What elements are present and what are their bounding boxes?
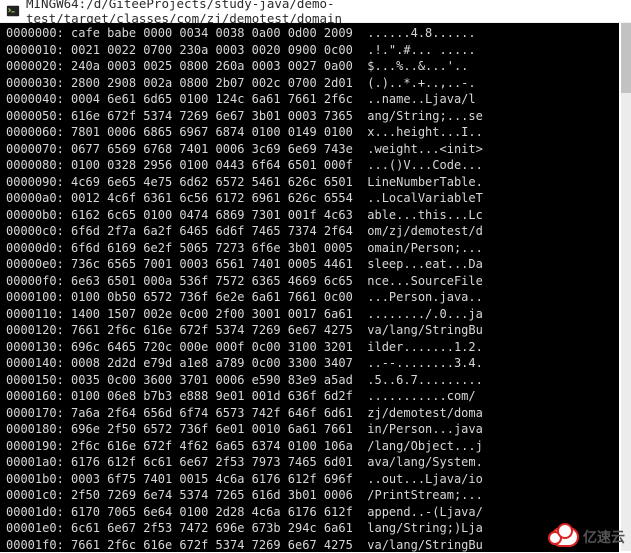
hex-row: 00000e0: 736c 6565 7001 0003 6561 7401 0… xyxy=(6,256,613,273)
hex-row: 00001c0: 2f50 7269 6e74 5374 7265 616d 3… xyxy=(6,487,613,504)
scrollbar-vertical[interactable] xyxy=(621,23,631,551)
hex-row: 0000150: 0035 0c00 3600 3701 0006 e590 8… xyxy=(6,372,613,389)
hex-row: 0000000: cafe babe 0000 0034 0038 0a00 0… xyxy=(6,25,613,42)
hex-row: 0000100: 0100 0b50 6572 736f 6e2e 6a61 7… xyxy=(6,289,613,306)
hex-row: 00000b0: 6162 6c65 0100 0474 6869 7301 0… xyxy=(6,207,613,224)
hex-row: 0000170: 7a6a 2f64 656d 6f74 6573 742f 6… xyxy=(6,405,613,422)
scrollbar-thumb[interactable] xyxy=(621,23,631,93)
hex-row: 0000090: 4c69 6e65 4e75 6d62 6572 5461 6… xyxy=(6,174,613,191)
hex-row: 0000070: 0677 6569 6768 7401 0006 3c69 6… xyxy=(6,141,613,158)
hex-row: 00001a0: 6176 612f 6c61 6e67 2f53 7973 7… xyxy=(6,454,613,471)
watermark: 亿速云 xyxy=(551,527,625,547)
hex-row: 00000a0: 0012 4c6f 6361 6c56 6172 6961 6… xyxy=(6,190,613,207)
hex-row: 00001d0: 6170 7065 6e64 0100 2d28 4c6a 6… xyxy=(6,504,613,521)
hex-row: 00000d0: 6f6d 6169 6e2f 5065 7273 6f6e 3… xyxy=(6,240,613,257)
hex-row: 00000f0: 6e63 6501 000a 536f 7572 6365 4… xyxy=(6,273,613,290)
hex-row: 0000110: 1400 1507 002e 0c00 2f00 3001 0… xyxy=(6,306,613,323)
hex-row: 00001b0: 0003 6f75 7401 0015 4c6a 6176 6… xyxy=(6,471,613,488)
hex-row: 0000060: 7801 0006 6865 6967 6874 0100 0… xyxy=(6,124,613,141)
hex-row: 0000180: 696e 2f50 6572 736f 6e01 0010 6… xyxy=(6,421,613,438)
hex-row: 0000140: 0008 2d2d e79d a1e8 a789 0c00 3… xyxy=(6,355,613,372)
hex-row: 0000050: 616e 672f 5374 7269 6e67 3b01 0… xyxy=(6,108,613,125)
hex-row: 00000c0: 6f6d 2f7a 6a2f 6465 6d6f 7465 7… xyxy=(6,223,613,240)
hex-row: 00001f0: 7661 2f6c 616e 672f 5374 7269 6… xyxy=(6,537,613,553)
hex-row: 0000080: 0100 0328 2956 0100 0443 6f64 6… xyxy=(6,157,613,174)
hex-row: 0000030: 2800 2908 002a 0800 2b07 002c 0… xyxy=(6,75,613,92)
hex-row: 0000020: 240a 0003 0025 0800 260a 0003 0… xyxy=(6,58,613,75)
hex-row: 00001e0: 6c61 6e67 2f53 7472 696e 673b 2… xyxy=(6,520,613,537)
hex-row: 0000120: 7661 2f6c 616e 672f 5374 7269 6… xyxy=(6,322,613,339)
app-icon xyxy=(6,4,20,18)
hex-row: 0000130: 696c 6465 720c 000e 000f 0c00 3… xyxy=(6,339,613,356)
hex-row: 0000160: 0100 06e8 b7b3 e888 9e01 001d 6… xyxy=(6,388,613,405)
watermark-text: 亿速云 xyxy=(583,527,625,547)
cloud-icon xyxy=(551,527,579,547)
hex-row: 0000040: 0004 6e61 6d65 0100 124c 6a61 7… xyxy=(6,91,613,108)
terminal-body[interactable]: 0000000: cafe babe 0000 0034 0038 0a00 0… xyxy=(0,23,619,552)
terminal-window: MINGW64:/d/GiteeProjects/study-java/demo… xyxy=(0,0,631,553)
hex-row: 0000010: 0021 0022 0700 230a 0003 0020 0… xyxy=(6,42,613,59)
title-bar[interactable]: MINGW64:/d/GiteeProjects/study-java/demo… xyxy=(0,0,631,23)
hex-row: 0000190: 2f6c 616e 672f 4f62 6a65 6374 0… xyxy=(6,438,613,455)
